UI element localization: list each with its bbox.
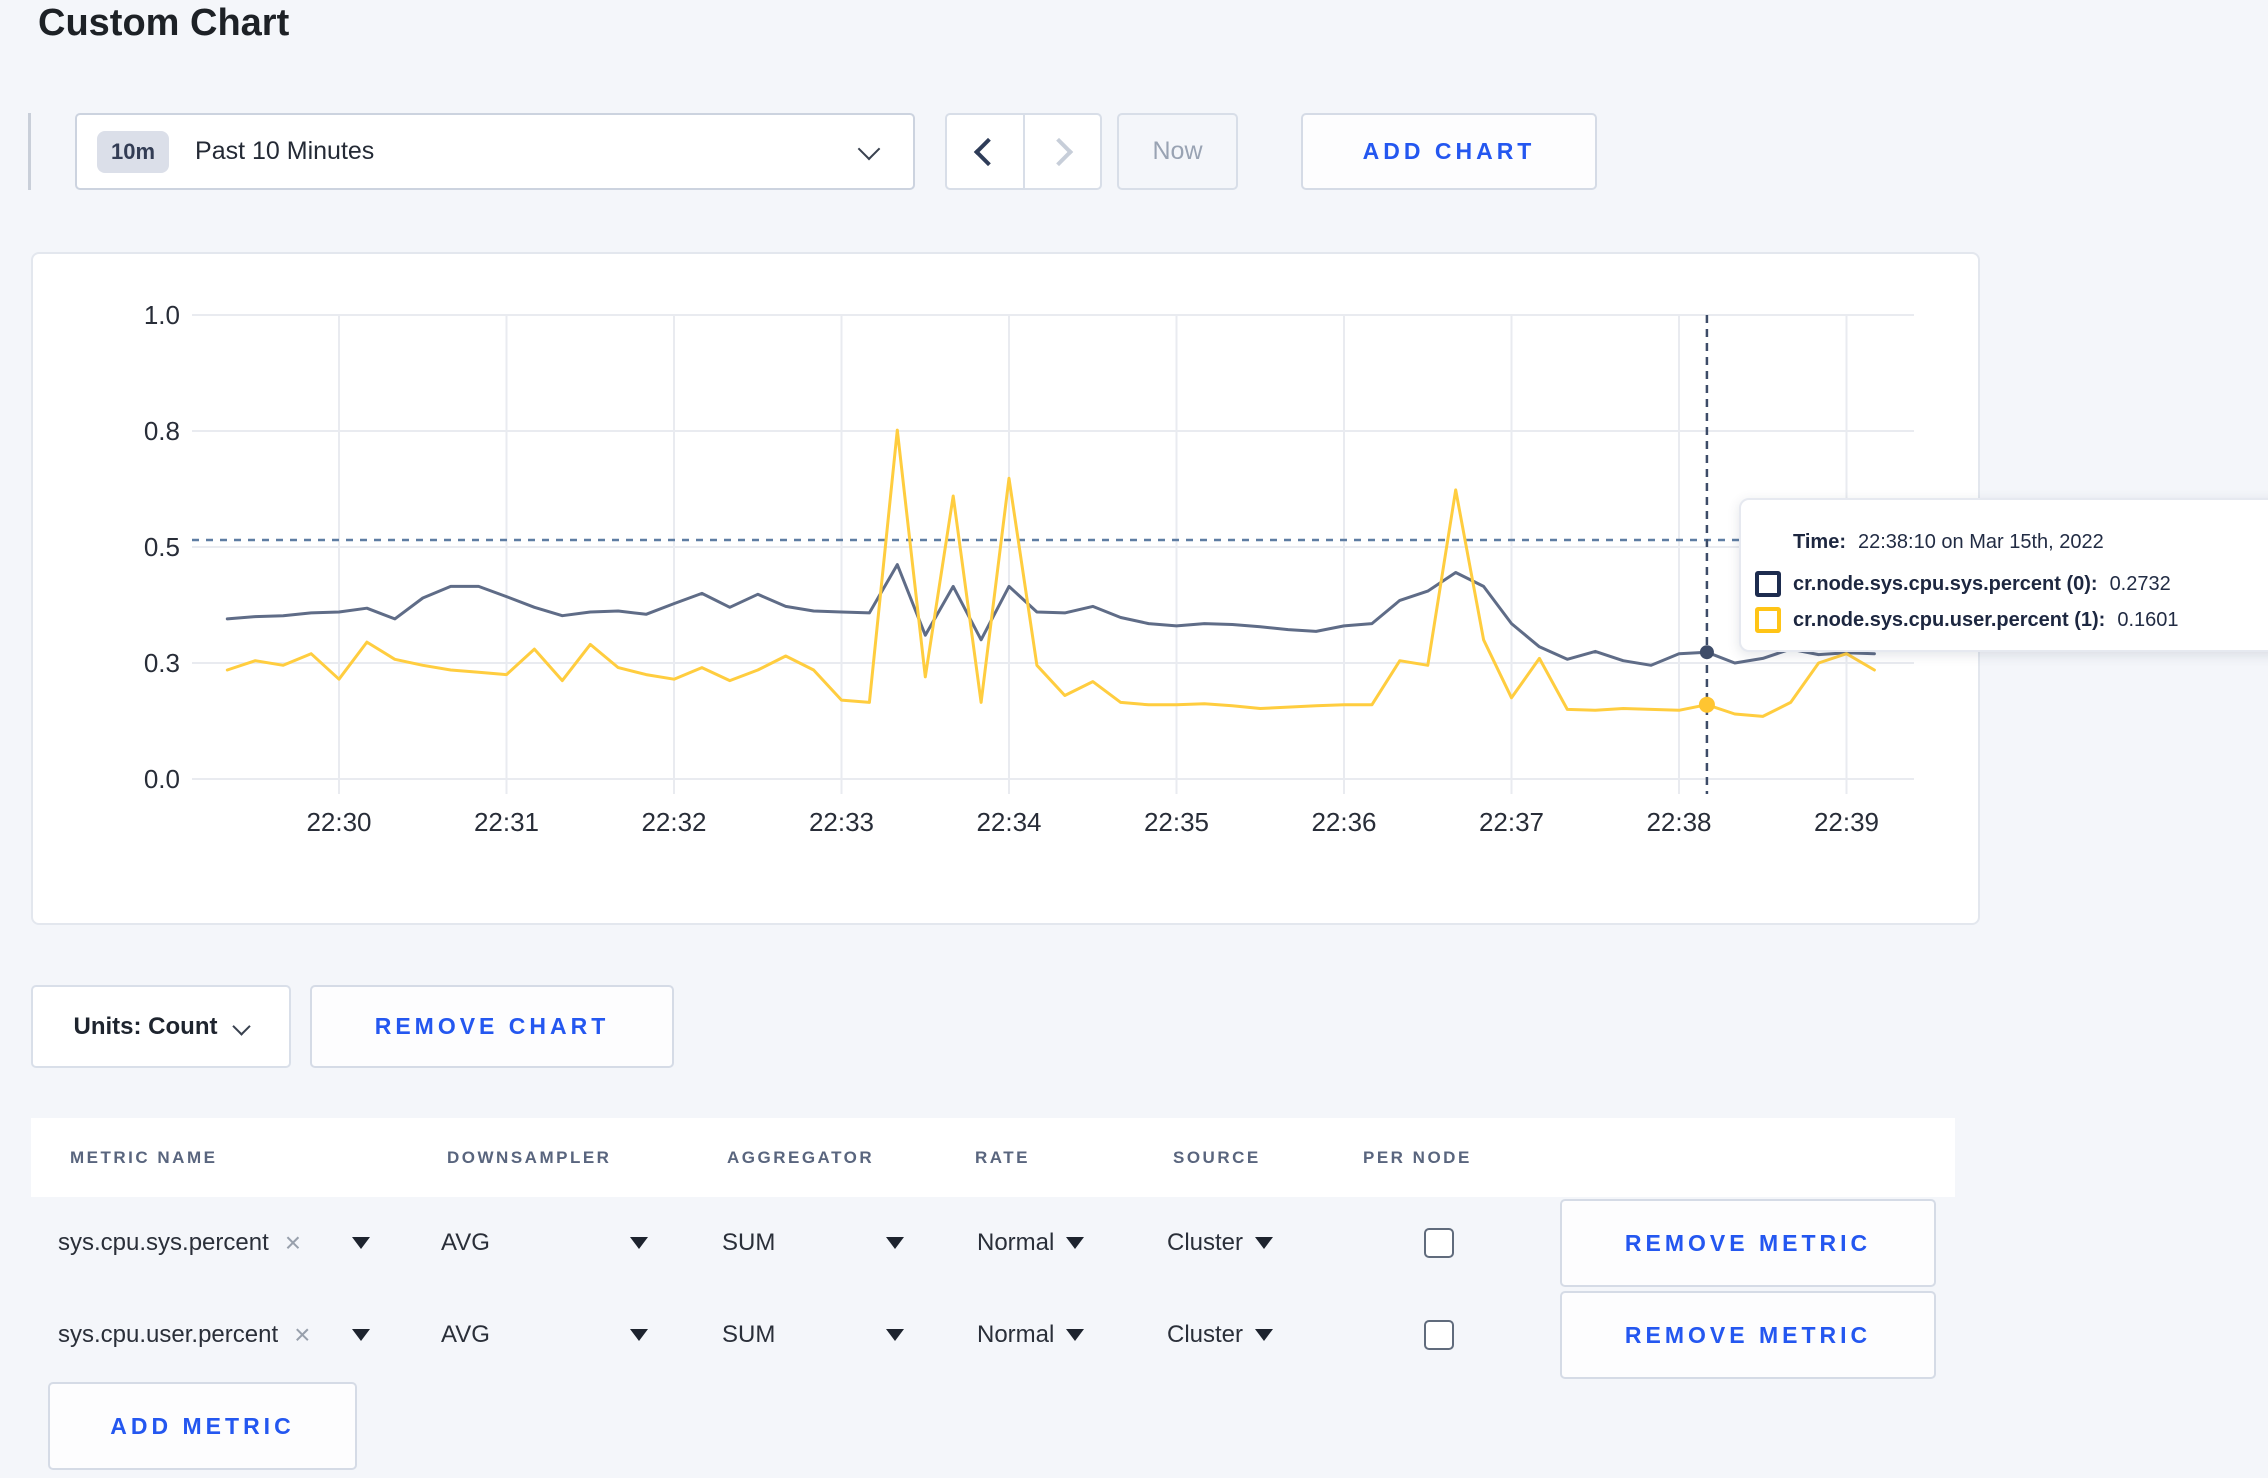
tooltip-series-row: cr.node.sys.cpu.user.percent (1): 0.1601 — [1741, 602, 2268, 638]
svg-text:0.5: 0.5 — [144, 532, 180, 562]
svg-text:22:38: 22:38 — [1646, 807, 1711, 837]
downsampler-select[interactable]: AVG — [441, 1291, 490, 1379]
svg-text:22:37: 22:37 — [1479, 807, 1544, 837]
svg-text:0.0: 0.0 — [144, 764, 180, 794]
chart-card: 1.0 0.8 0.5 0.3 0.0 22:30 22:31 22:32 22:33 22:34… — [31, 252, 1980, 925]
time-range-badge: 10m — [97, 130, 170, 173]
caret-down-icon — [1066, 1329, 1085, 1341]
add-metric-button[interactable]: ADD METRIC — [48, 1382, 357, 1470]
svg-text:22:35: 22:35 — [1144, 807, 1209, 837]
source-value: Cluster — [1167, 1321, 1244, 1348]
units-dropdown[interactable]: Units: Count — [31, 985, 291, 1068]
page-title: Custom Chart — [38, 2, 290, 44]
caret-down-icon — [352, 1237, 370, 1249]
remove-metric-button[interactable]: REMOVE METRIC — [1560, 1199, 1936, 1287]
caret-down-icon — [630, 1329, 648, 1341]
time-pager — [945, 113, 1102, 190]
aggregator-select[interactable]: SUM — [722, 1199, 775, 1287]
caret-down-icon — [1255, 1329, 1274, 1341]
time-range-dropdown[interactable]: 10m Past 10 Minutes — [75, 113, 915, 190]
header-rate: RATE — [975, 1147, 1031, 1167]
per-node-checkbox[interactable] — [1424, 1228, 1454, 1258]
metric-name-select[interactable]: sys.cpu.user.percent × — [58, 1291, 310, 1379]
tooltip-series-value: 0.1601 — [2117, 608, 2179, 631]
tooltip-series-swatch — [1755, 571, 1781, 597]
now-button[interactable]: Now — [1117, 113, 1238, 190]
source-select[interactable]: Cluster — [1167, 1291, 1274, 1379]
svg-text:1.0: 1.0 — [144, 300, 180, 330]
table-row: sys.cpu.user.percent × AVG SUM Normal Cl… — [31, 1291, 1955, 1379]
tooltip-time-value: 22:38:10 on Mar 15th, 2022 — [1857, 530, 2104, 553]
remove-chart-button[interactable]: REMOVE CHART — [310, 985, 674, 1068]
header-downsampler: DOWNSAMPLER — [447, 1147, 612, 1167]
metric-name-select[interactable]: sys.cpu.sys.percent × — [58, 1199, 301, 1287]
tooltip-series-swatch — [1755, 607, 1781, 633]
tooltip-series-label: cr.node.sys.cpu.user.percent (1): — [1793, 608, 2106, 631]
aggregator-caret[interactable] — [886, 1199, 904, 1287]
downsampler-caret[interactable] — [630, 1199, 648, 1287]
chevron-down-icon — [857, 137, 881, 160]
aggregator-select[interactable]: SUM — [722, 1291, 775, 1379]
table-row: sys.cpu.sys.percent × AVG SUM Normal Clu… — [31, 1199, 1955, 1287]
svg-text:22:34: 22:34 — [976, 807, 1041, 837]
source-value: Cluster — [1167, 1229, 1244, 1256]
svg-text:22:33: 22:33 — [809, 807, 874, 837]
tooltip-series-label: cr.node.sys.cpu.sys.percent (0): — [1793, 572, 2098, 595]
chevron-right-icon — [1045, 137, 1074, 166]
svg-text:0.8: 0.8 — [144, 416, 180, 446]
rate-value: Normal — [977, 1321, 1055, 1348]
svg-text:22:30: 22:30 — [306, 807, 371, 837]
aggregator-caret[interactable] — [886, 1291, 904, 1379]
svg-text:22:36: 22:36 — [1311, 807, 1376, 837]
source-select[interactable]: Cluster — [1167, 1199, 1274, 1287]
downsampler-caret[interactable] — [630, 1291, 648, 1379]
caret-down-icon — [886, 1237, 904, 1249]
chart-hover-tooltip: Time: 22:38:10 on Mar 15th, 2022 cr.node… — [1739, 498, 2268, 652]
tooltip-series-row: cr.node.sys.cpu.sys.percent (0): 0.2732 — [1741, 566, 2268, 602]
metrics-table-header: METRIC NAME DOWNSAMPLER AGGREGATOR RATE … — [31, 1118, 1955, 1197]
caret-down-icon — [1066, 1237, 1085, 1249]
metric-name: sys.cpu.user.percent — [58, 1321, 279, 1348]
metric-name: sys.cpu.sys.percent — [58, 1229, 269, 1256]
time-range-label: Past 10 Minutes — [195, 137, 375, 165]
per-node-checkbox[interactable] — [1424, 1320, 1454, 1350]
rate-select[interactable]: Normal — [977, 1291, 1085, 1379]
units-label: Units: Count — [73, 1012, 218, 1040]
svg-text:22:39: 22:39 — [1814, 807, 1879, 837]
clear-metric-icon[interactable]: × — [285, 1229, 301, 1257]
next-range-button[interactable] — [1025, 115, 1101, 188]
svg-text:0.3: 0.3 — [144, 648, 180, 678]
clear-metric-icon[interactable]: × — [294, 1321, 310, 1349]
tooltip-time-label: Time: — [1793, 530, 1846, 553]
timeseries-chart[interactable]: 1.0 0.8 0.5 0.3 0.0 22:30 22:31 22:32 22:33 22:34… — [33, 254, 1982, 927]
svg-text:22:32: 22:32 — [641, 807, 706, 837]
previous-range-button[interactable] — [947, 115, 1025, 188]
header-per-node: PER NODE — [1363, 1147, 1472, 1167]
toolbar-divider — [28, 113, 31, 190]
chevron-down-icon — [232, 1017, 252, 1036]
header-metric-name: METRIC NAME — [70, 1147, 218, 1167]
rate-value: Normal — [977, 1229, 1055, 1256]
svg-text:22:31: 22:31 — [474, 807, 539, 837]
header-aggregator: AGGREGATOR — [727, 1147, 875, 1167]
tooltip-series-value: 0.2732 — [2109, 572, 2171, 595]
metric-name-caret[interactable] — [352, 1291, 370, 1379]
chevron-left-icon — [973, 137, 1002, 166]
caret-down-icon — [352, 1329, 370, 1341]
add-chart-button[interactable]: ADD CHART — [1301, 113, 1597, 190]
remove-metric-button[interactable]: REMOVE METRIC — [1560, 1291, 1936, 1379]
tooltip-time-row: Time: 22:38:10 on Mar 15th, 2022 — [1741, 524, 2268, 560]
caret-down-icon — [886, 1329, 904, 1341]
custom-chart-page: Custom Chart 10m Past 10 Minutes Now ADD… — [0, 0, 2268, 1478]
rate-select[interactable]: Normal — [977, 1199, 1085, 1287]
header-source: SOURCE — [1173, 1147, 1261, 1167]
downsampler-select[interactable]: AVG — [441, 1199, 490, 1287]
caret-down-icon — [1255, 1237, 1274, 1249]
caret-down-icon — [630, 1237, 648, 1249]
metric-name-caret[interactable] — [352, 1199, 370, 1287]
